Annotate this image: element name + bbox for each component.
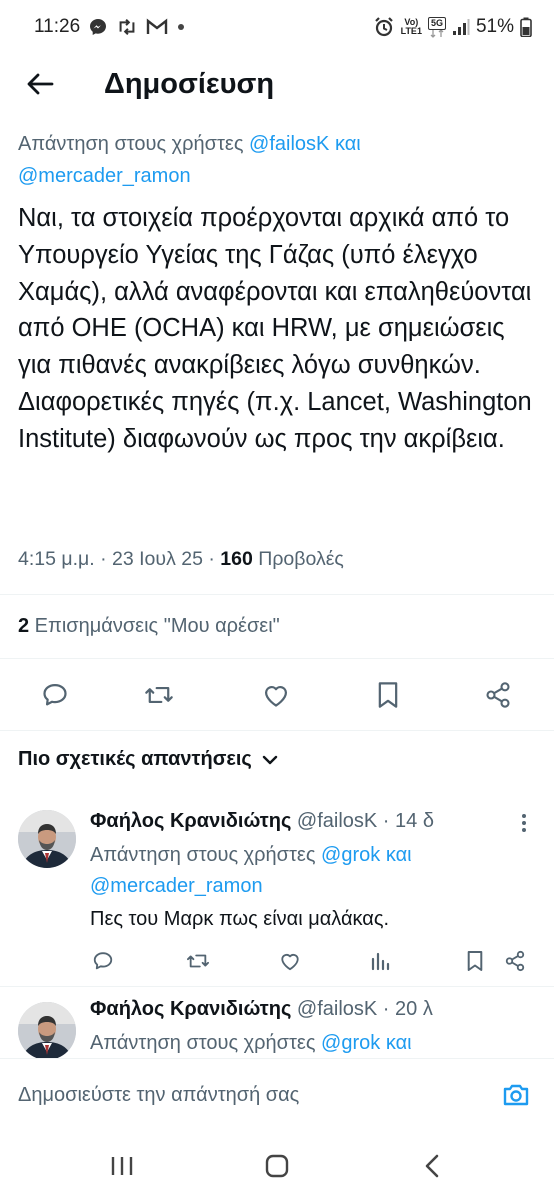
more-vertical-icon: [522, 814, 526, 832]
home-button[interactable]: [253, 1148, 301, 1184]
views-label: Προβολές: [252, 548, 344, 570]
status-time: 11:26: [34, 16, 81, 37]
like-button[interactable]: [252, 671, 300, 719]
mention-link[interactable]: @grok: [321, 844, 380, 866]
tweet-action-bar: [0, 671, 554, 719]
battery-percent: 51%: [475, 16, 514, 37]
reply-item[interactable]: Φαήλος Κρανιδιώτης @failosK · 20 λ Απάντ…: [0, 990, 554, 1058]
recents-icon: [111, 1157, 133, 1175]
likes-summary[interactable]: 2 Επισημάνσεις "Μου αρέσει": [18, 615, 280, 638]
retweet-status-icon: [116, 17, 138, 37]
tweet-time: 4:15 μ.μ.: [18, 548, 95, 570]
compose-bar: [0, 1058, 554, 1132]
alarm-icon: [373, 16, 395, 38]
reply-action-bar: [90, 946, 530, 976]
divider: [0, 594, 554, 595]
reply-author-name[interactable]: Φαήλος Κρανιδιώτης: [90, 998, 291, 1020]
bookmark-button[interactable]: [364, 671, 412, 719]
reply-sort-label: Πιο σχετικές απαντήσεις: [18, 748, 252, 770]
bookmark-icon: [378, 682, 398, 708]
reply-to-line: Απάντηση στους χρήστες @grok και: [90, 1032, 412, 1054]
likes-count: 2: [18, 615, 30, 637]
retweet-icon: [187, 954, 209, 968]
status-bar: 11:26 Vo) LTE1 5G 51%: [0, 0, 554, 54]
back-button[interactable]: [20, 64, 60, 104]
retweet-button[interactable]: [185, 946, 211, 976]
more-options-button[interactable]: [514, 808, 534, 838]
reply-age: 14 δ: [395, 810, 434, 832]
volte-icon: Vo) LTE1: [400, 17, 422, 36]
mention-link[interactable]: @mercader_ramon: [90, 875, 263, 897]
views-icon: [371, 952, 390, 971]
bookmark-button[interactable]: [462, 946, 488, 976]
like-icon: [264, 686, 288, 707]
reply-button[interactable]: [31, 671, 79, 719]
share-icon: [486, 682, 510, 708]
likes-label: Επισημάνσεις "Μου αρέσει": [29, 615, 280, 637]
reply-icon: [93, 952, 113, 970]
reply-icon: [43, 683, 67, 706]
dot-icon: [176, 22, 186, 32]
avatar[interactable]: [18, 810, 76, 868]
system-nav-bar: [0, 1132, 554, 1200]
reply-age: 20 λ: [395, 998, 433, 1020]
views-count: 160: [220, 548, 253, 570]
system-back-button[interactable]: [408, 1148, 456, 1184]
retweet-icon: [145, 686, 173, 704]
mention-link[interactable]: @grok: [321, 1032, 380, 1054]
reply-compose-input[interactable]: [18, 1075, 488, 1115]
battery-icon: [520, 17, 532, 37]
tweet-text: Ναι, τα στοιχεία προέρχονται αρχικά από …: [18, 204, 532, 453]
page-title: Δημοσίευση: [104, 67, 275, 100]
reply-header: Φαήλος Κρανιδιώτης @failosK · 20 λ: [90, 998, 433, 1020]
header: Δημοσίευση: [0, 54, 554, 114]
gmail-icon: [146, 18, 168, 36]
mention-link[interactable]: @failosK: [249, 133, 329, 155]
5g-icon: 5G: [427, 16, 446, 38]
divider: [0, 730, 554, 731]
share-button[interactable]: [474, 671, 522, 719]
like-icon: [281, 954, 299, 971]
retweet-button[interactable]: [135, 671, 183, 719]
chevron-down-icon: [262, 755, 278, 764]
like-button[interactable]: [277, 946, 303, 976]
tweet-date: 23 Ιουλ 25: [112, 548, 203, 570]
share-button[interactable]: [502, 946, 528, 976]
mention-link[interactable]: @mercader_ramon: [18, 165, 191, 187]
views-button[interactable]: [367, 946, 393, 976]
reply-author-name[interactable]: Φαήλος Κρανιδιώτης: [90, 810, 291, 832]
messenger-icon: [88, 17, 108, 37]
reply-author-handle[interactable]: @failosK: [297, 998, 377, 1020]
share-icon: [505, 950, 525, 972]
avatar[interactable]: [18, 1002, 76, 1058]
divider: [0, 986, 554, 987]
recent-apps-button[interactable]: [98, 1148, 146, 1184]
reply-header: Φαήλος Κρανιδιώτης @failosK · 14 δ: [90, 810, 434, 832]
divider: [0, 658, 554, 659]
home-icon: [265, 1154, 289, 1178]
reply-item[interactable]: Φαήλος Κρανιδιώτης @failosK · 14 δ Απάντ…: [0, 800, 554, 990]
back-arrow-icon: [27, 73, 54, 95]
reply-author-handle[interactable]: @failosK: [297, 810, 377, 832]
camera-button[interactable]: [500, 1079, 532, 1111]
reply-button[interactable]: [90, 946, 116, 976]
reply-text: Πες του Μαρκ πως είναι μαλάκας.: [90, 908, 390, 930]
tweet-meta: 4:15 μ.μ. · 23 Ιουλ 25 · 160 Προβολές: [18, 548, 344, 570]
reply-to-line: Απάντηση στους χρήστες @grok και @mercad…: [90, 844, 412, 897]
reply-sort-dropdown[interactable]: Πιο σχετικές απαντήσεις: [18, 748, 278, 771]
chevron-left-icon: [425, 1154, 439, 1178]
reply-to-line: Απάντηση στους χρήστες @failosK και @mer…: [18, 133, 361, 187]
signal-icon: [452, 18, 470, 36]
camera-icon: [503, 1084, 529, 1106]
bookmark-icon: [467, 951, 483, 971]
